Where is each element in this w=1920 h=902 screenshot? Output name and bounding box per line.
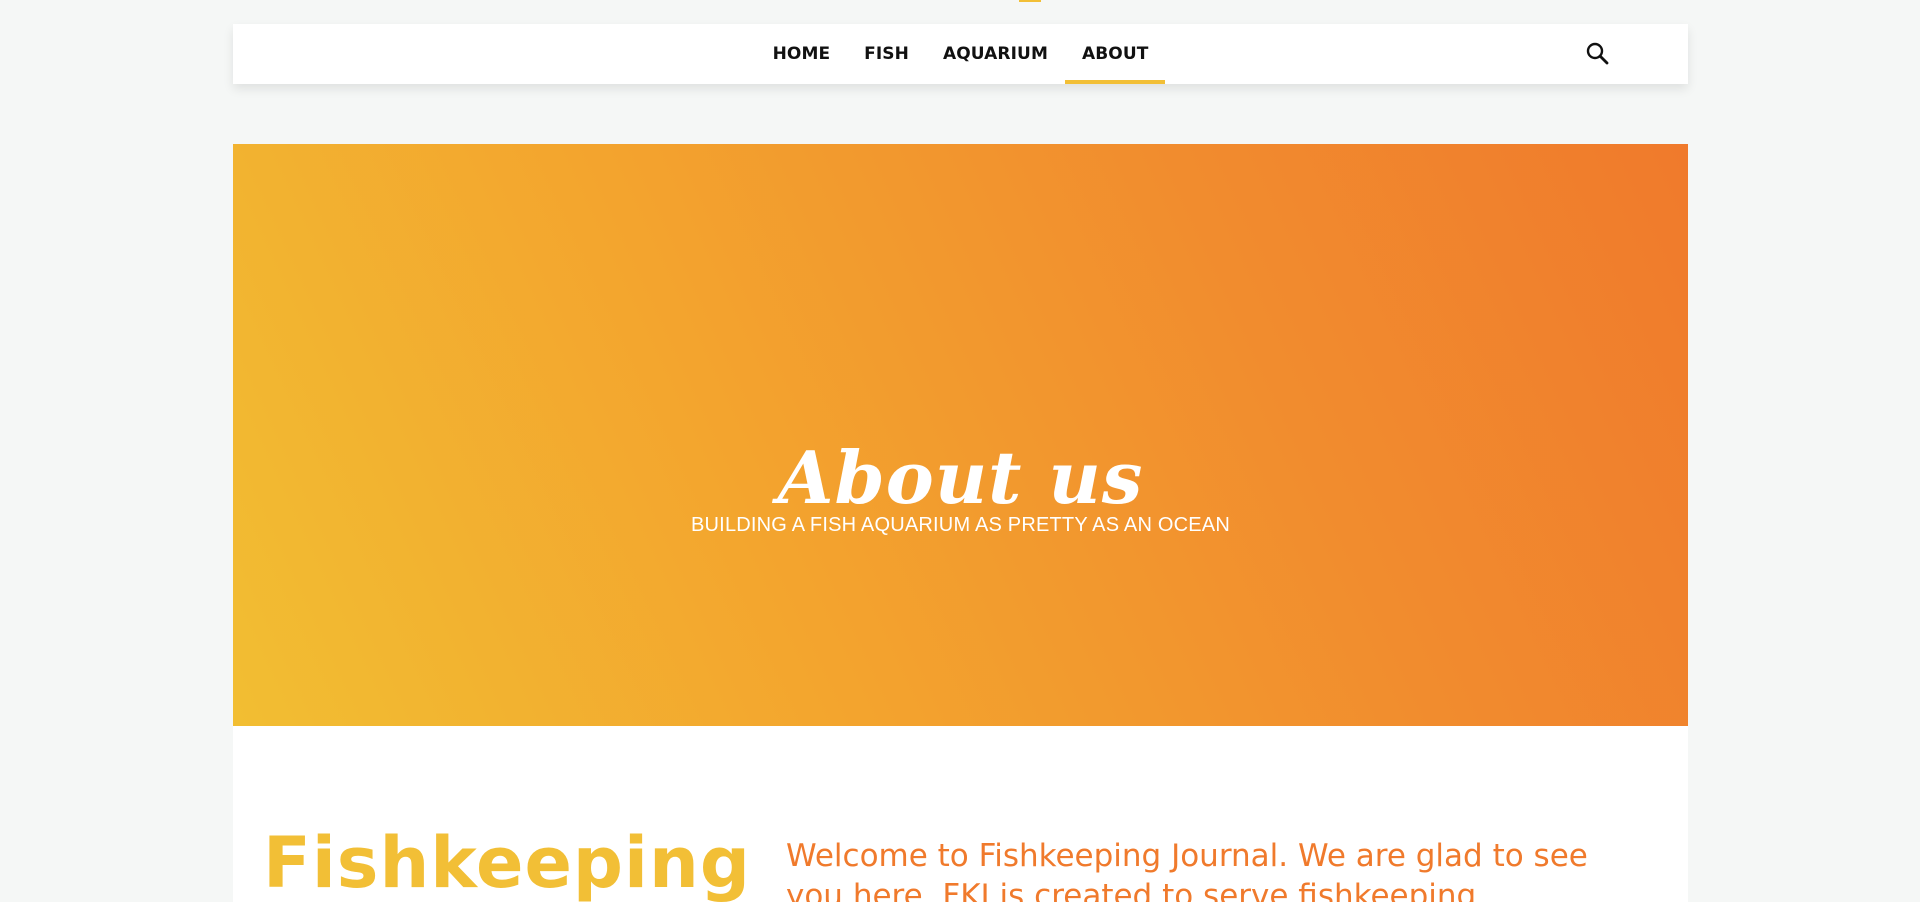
nav-item-about[interactable]: ABOUT (1064, 24, 1166, 84)
nav-item-home[interactable]: HOME (756, 24, 848, 84)
hero-subtitle: BUILDING A FISH AQUARIUM AS PRETTY AS AN… (691, 514, 1230, 536)
nav-item-aquarium[interactable]: AQUARIUM (926, 24, 1065, 84)
content-heading: Fishkeeping (263, 822, 751, 902)
search-icon (1586, 42, 1609, 65)
hero-banner: About us BUILDING A FISH AQUARIUM AS PRE… (233, 144, 1688, 726)
about-content-section: Fishkeeping Welcome to Fishkeeping Journ… (233, 726, 1688, 902)
main-navbar: HOME FISH AQUARIUM ABOUT (233, 24, 1688, 84)
search-button[interactable] (1584, 40, 1612, 68)
content-intro-text: Welcome to Fishkeeping Journal. We are g… (786, 838, 1588, 902)
top-accent-marker (1019, 0, 1041, 2)
hero-title: About us (777, 435, 1144, 521)
nav-menu: HOME FISH AQUARIUM ABOUT (233, 24, 1688, 84)
nav-item-fish[interactable]: FISH (847, 24, 926, 84)
